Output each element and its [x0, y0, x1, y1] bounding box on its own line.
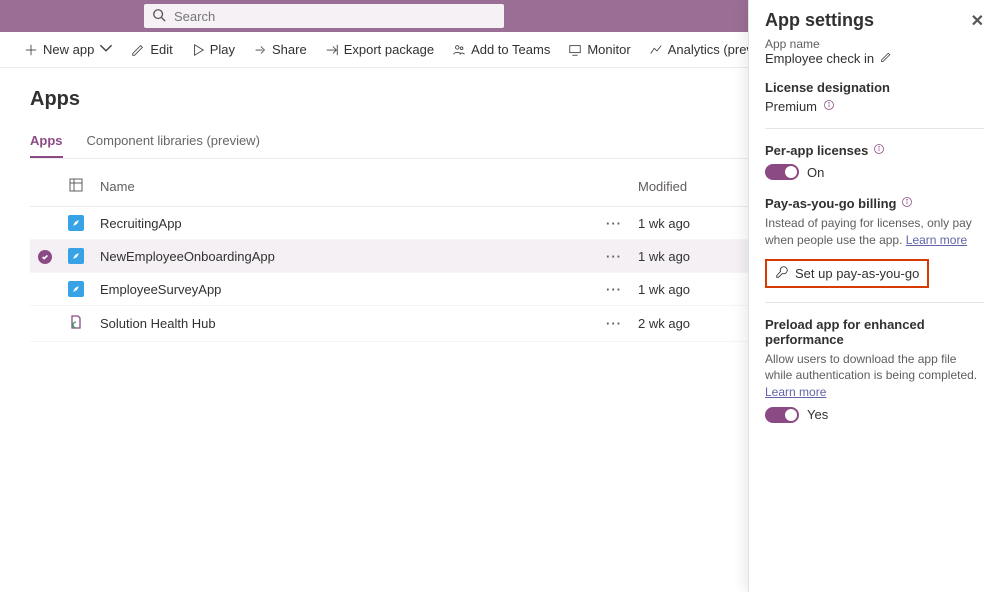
- canvas-app-icon: [68, 248, 84, 264]
- divider: [765, 302, 984, 303]
- row-name: NewEmployeeOnboardingApp: [92, 240, 594, 273]
- add-to-teams-button[interactable]: Add to Teams: [452, 42, 550, 57]
- play-label: Play: [210, 42, 235, 57]
- col-select: [30, 167, 60, 207]
- export-label: Export package: [344, 42, 434, 57]
- monitor-label: Monitor: [587, 42, 630, 57]
- search-input[interactable]: [172, 8, 496, 25]
- preload-toggle-label: Yes: [807, 407, 828, 422]
- per-app-toggle-label: On: [807, 165, 824, 180]
- new-app-label: New app: [43, 42, 94, 57]
- more-icon[interactable]: ···: [606, 282, 622, 297]
- license-value: Premium: [765, 99, 817, 114]
- preload-learn-more-link[interactable]: Learn more: [765, 385, 826, 399]
- pencil-icon[interactable]: [880, 51, 892, 66]
- panel-title: App settings: [765, 10, 874, 31]
- per-app-licenses-heading: Per-app licenses: [765, 143, 868, 158]
- col-name[interactable]: Name: [92, 167, 594, 207]
- play-button[interactable]: Play: [191, 42, 235, 57]
- preload-heading: Preload app for enhanced performance: [765, 317, 984, 347]
- app-settings-panel: App settings ✕ App name Employee check i…: [748, 0, 1000, 592]
- edit-label: Edit: [150, 42, 172, 57]
- row-name: RecruitingApp: [92, 207, 594, 240]
- preload-desc: Allow users to download the app file whi…: [765, 352, 977, 383]
- per-app-toggle[interactable]: [765, 164, 799, 180]
- wrench-icon: [775, 265, 789, 282]
- chevron-down-icon: [99, 41, 113, 58]
- canvas-app-icon: [68, 215, 84, 231]
- more-icon[interactable]: ···: [606, 216, 622, 231]
- new-app-button[interactable]: New app: [24, 41, 113, 58]
- payg-learn-more-link[interactable]: Learn more: [906, 233, 967, 247]
- setup-payg-button[interactable]: Set up pay-as-you-go: [765, 259, 929, 288]
- canvas-app-icon: [68, 281, 84, 297]
- search-box[interactable]: [144, 4, 504, 28]
- tab-apps[interactable]: Apps: [30, 133, 63, 158]
- app-name-value: Employee check in: [765, 51, 874, 66]
- divider: [765, 128, 984, 129]
- share-label: Share: [272, 42, 307, 57]
- export-package-button[interactable]: Export package: [325, 42, 434, 57]
- app-name-label: App name: [765, 37, 984, 51]
- close-icon[interactable]: ✕: [971, 11, 984, 31]
- model-app-icon: [68, 314, 84, 330]
- more-icon[interactable]: ···: [606, 316, 622, 331]
- more-icon[interactable]: ···: [606, 249, 622, 264]
- setup-payg-label: Set up pay-as-you-go: [795, 266, 919, 281]
- edit-button[interactable]: Edit: [131, 42, 172, 57]
- info-icon[interactable]: [873, 143, 885, 158]
- info-icon[interactable]: [901, 196, 913, 211]
- info-icon[interactable]: [823, 99, 835, 114]
- row-name: Solution Health Hub: [92, 306, 594, 342]
- col-icon[interactable]: [60, 167, 92, 207]
- layout-icon: [68, 177, 84, 193]
- license-designation-heading: License designation: [765, 80, 984, 95]
- col-more: [594, 167, 630, 207]
- share-button[interactable]: Share: [253, 42, 307, 57]
- teams-label: Add to Teams: [471, 42, 550, 57]
- search-icon: [152, 8, 172, 25]
- payg-heading: Pay-as-you-go billing: [765, 196, 896, 211]
- checkmark-icon[interactable]: [38, 250, 52, 264]
- preload-toggle[interactable]: [765, 407, 799, 423]
- tab-component-libraries[interactable]: Component libraries (preview): [87, 133, 260, 158]
- row-name: EmployeeSurveyApp: [92, 273, 594, 306]
- monitor-button[interactable]: Monitor: [568, 42, 630, 57]
